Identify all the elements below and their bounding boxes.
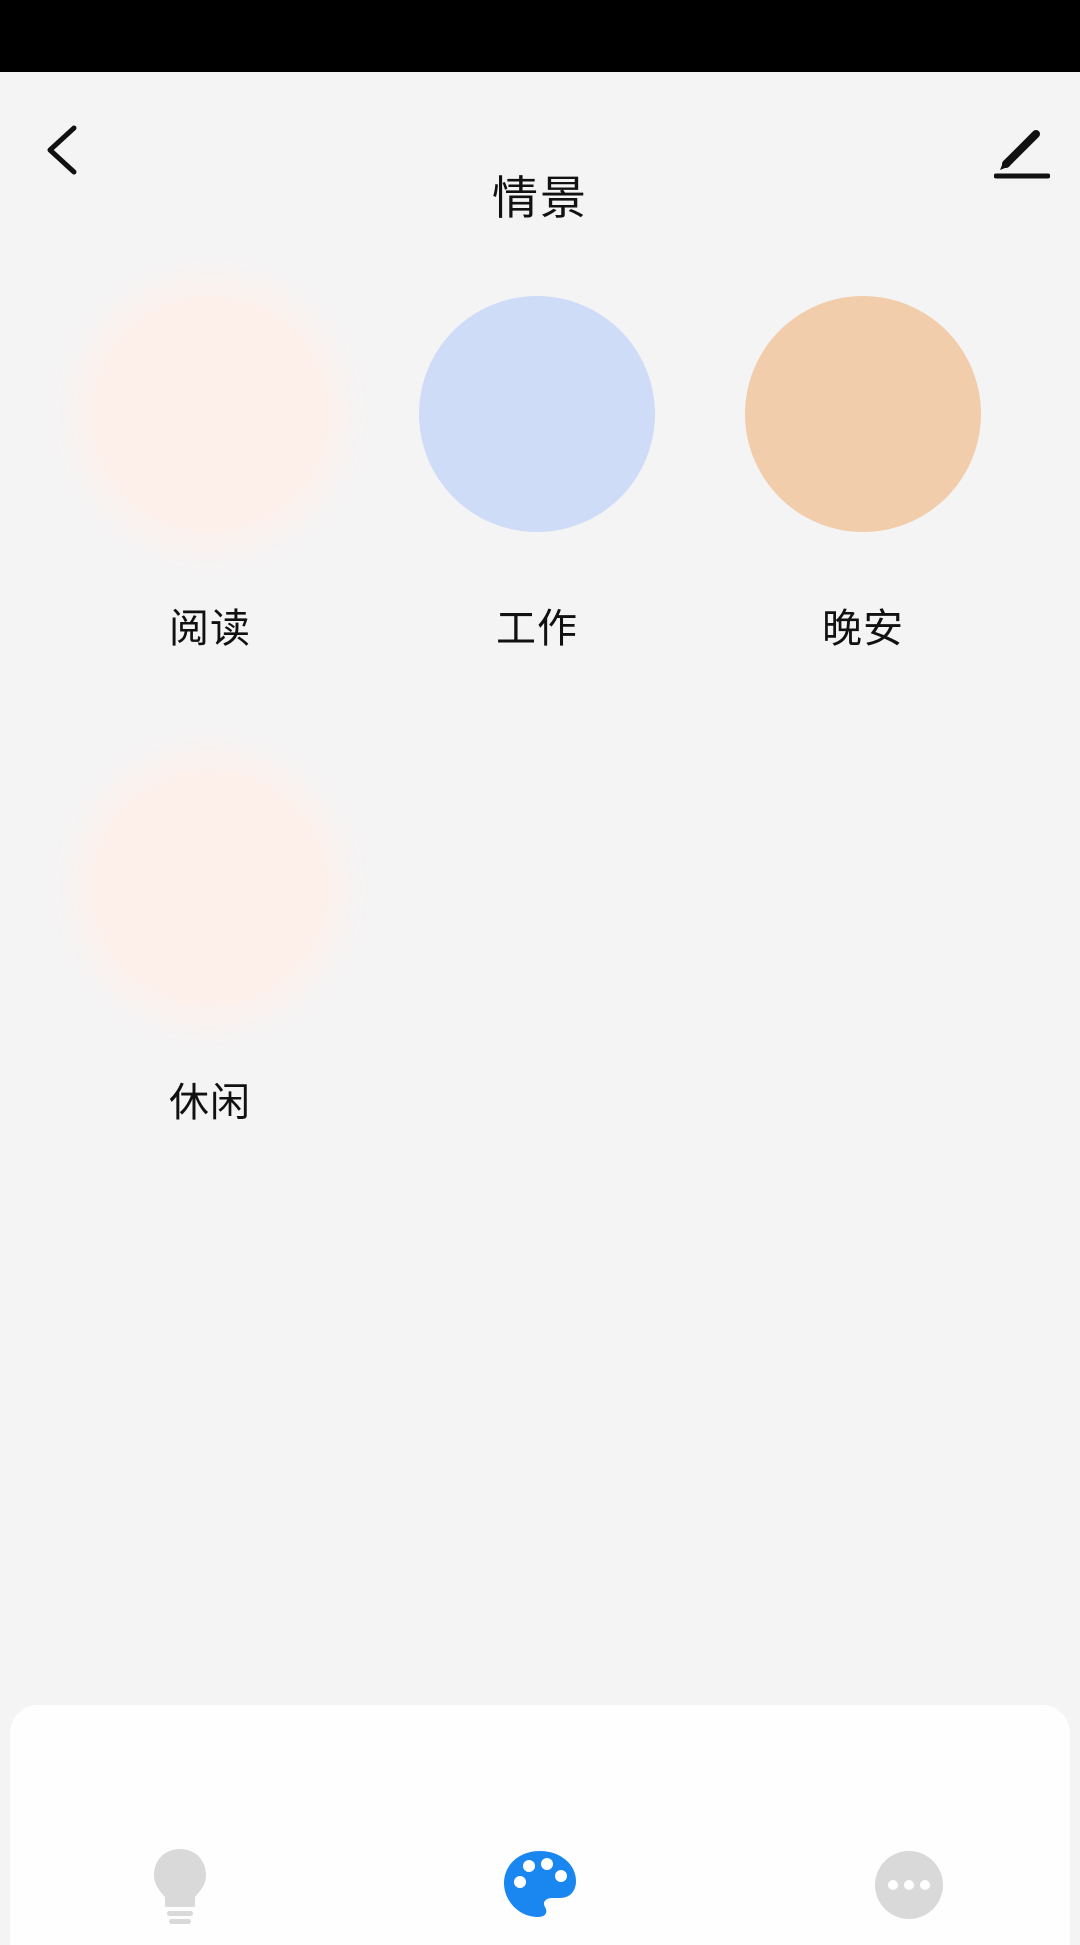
nav-more[interactable] — [864, 1840, 954, 1930]
header: 情景 — [0, 72, 1080, 252]
edit-button[interactable] — [986, 118, 1058, 190]
page-title: 情景 — [492, 171, 588, 225]
bottom-nav — [10, 1705, 1070, 1945]
scene-goodnight-swatch — [745, 296, 981, 532]
scene-work-label: 工作 — [496, 606, 578, 652]
nav-light[interactable] — [135, 1840, 225, 1930]
scene-leisure-label: 休闲 — [169, 1080, 251, 1126]
status-bar — [0, 0, 1080, 72]
pencil-icon — [994, 130, 1050, 179]
scene-reading-label: 阅读 — [169, 606, 251, 652]
scene-work[interactable]: 工作 — [397, 296, 677, 696]
scene-leisure-swatch — [92, 770, 328, 1006]
scene-leisure[interactable]: 休闲 — [70, 770, 350, 1170]
scene-goodnight[interactable]: 晚安 — [723, 296, 1003, 696]
scene-goodnight-label: 晚安 — [822, 606, 904, 652]
scene-reading-swatch — [92, 296, 328, 532]
palette-icon — [504, 1851, 576, 1917]
scene-reading[interactable]: 阅读 — [70, 296, 350, 696]
more-icon — [875, 1851, 943, 1919]
scene-work-swatch — [419, 296, 655, 532]
nav-scene[interactable] — [495, 1840, 585, 1930]
light-bulb-icon — [154, 1849, 206, 1924]
